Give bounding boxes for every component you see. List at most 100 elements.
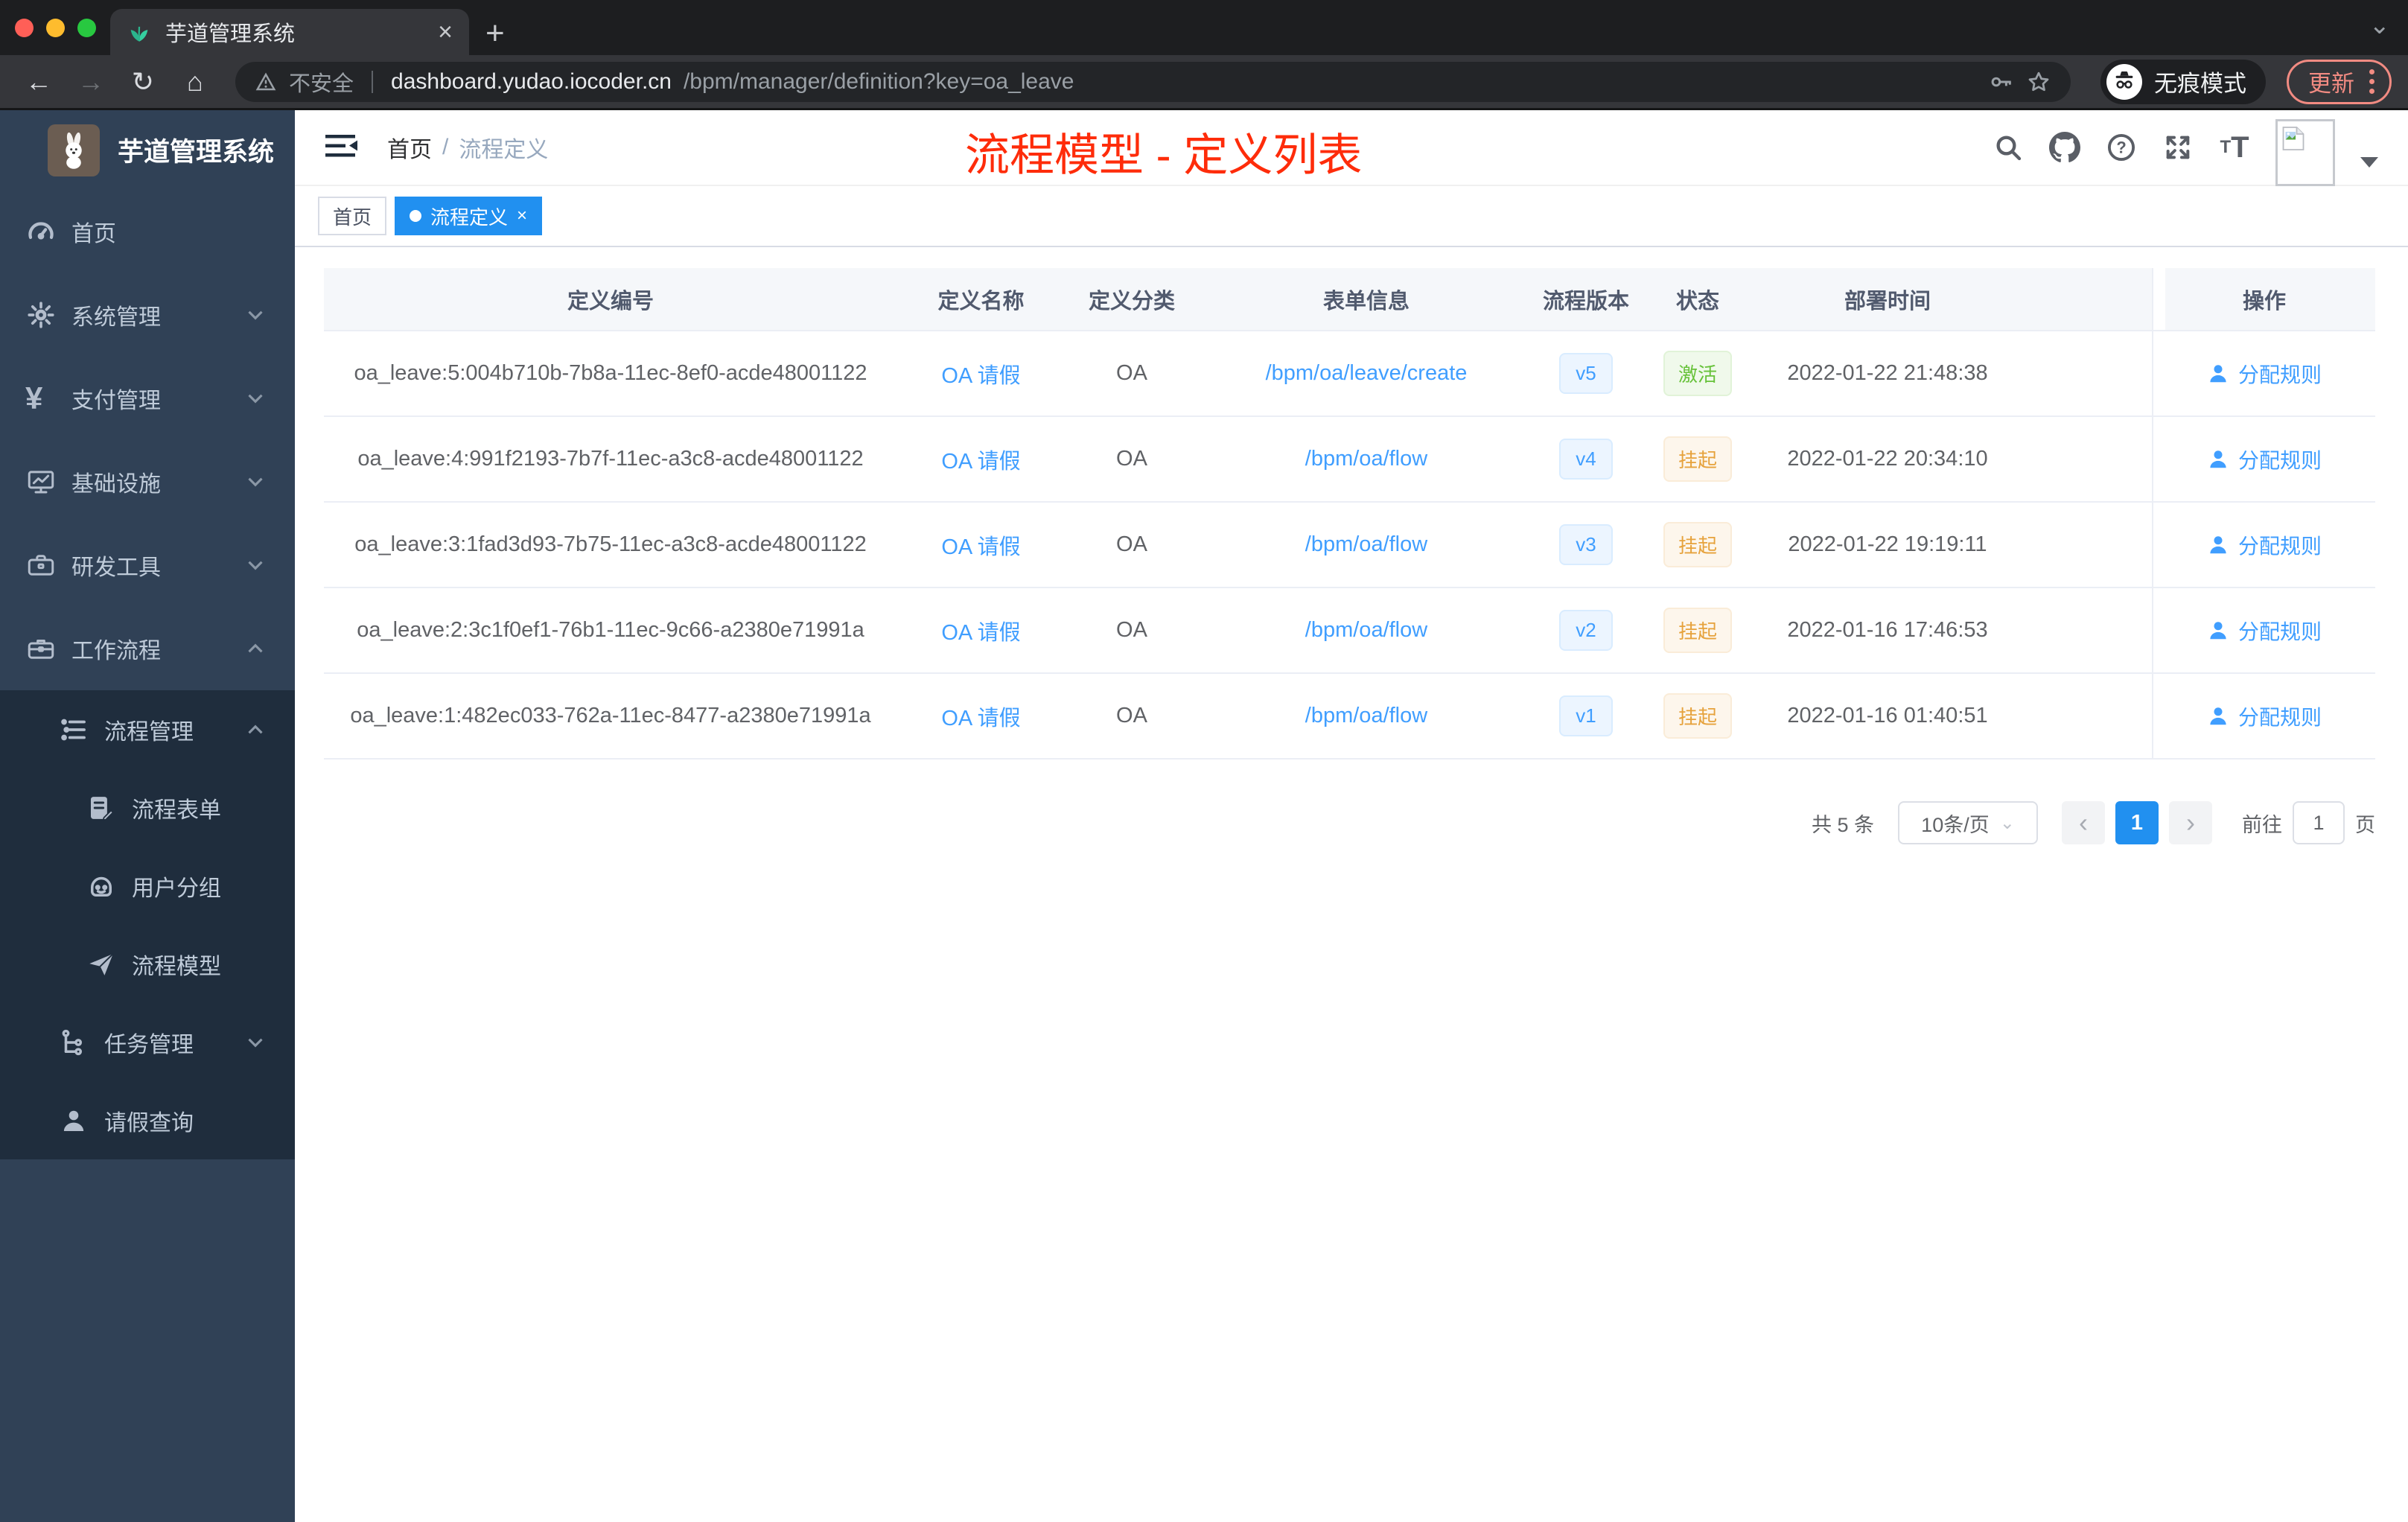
prev-page-button[interactable]: ‹ [2062,801,2105,844]
logo-avatar [48,124,100,176]
version-badge: v4 [1559,439,1613,480]
page-annotation-title: 流程模型 - 定义列表 [965,130,1363,180]
assign-rule-button[interactable]: 分配规则 [2207,445,2322,474]
sidebar-item-home[interactable]: 首页 [0,190,295,273]
browser-toolbar: ← → ↻ ⌂ 不安全 dashboard.yudao.iocoder.cn/b… [0,55,2408,110]
sidebar-item-devtools[interactable]: 研发工具 [0,523,295,607]
table-row: oa_leave:2:3c1f0ef1-76b1-11ec-9c66-a2380… [324,588,2375,674]
robot-icon [86,870,132,902]
pagination: 共 5 条 10条/页 ⌄ ‹ 1 › 前往 页 [324,801,2375,844]
tab-search-caret-icon[interactable]: ⌄ [2369,10,2391,40]
help-icon[interactable]: ? [2106,132,2137,163]
page-unit-label: 页 [2355,813,2375,836]
sidebar-item-process-model[interactable]: 流程模型 [0,925,295,1003]
sidebar-item-workflow[interactable]: 工作流程 [0,607,295,690]
update-label: 更新 [2308,71,2354,97]
tag-process-definition[interactable]: 流程定义 × [395,197,543,235]
filler-cell [2018,503,2152,588]
definition-category: OA [1065,417,1199,503]
definition-name-link[interactable]: OA 请假 [941,444,1020,475]
avatar-caret-icon[interactable] [2360,157,2378,168]
definition-name-link[interactable]: OA 请假 [941,529,1020,561]
tag-close-icon[interactable]: × [517,206,527,226]
definition-id: oa_leave:4:991f2193-7b7f-11ec-a3c8-acde4… [324,417,897,503]
svg-text:?: ? [2116,138,2126,157]
form-link[interactable]: /bpm/oa/flow [1305,532,1427,557]
form-link[interactable]: /bpm/oa/flow [1305,447,1427,471]
back-icon[interactable]: ← [16,66,61,98]
sidebar-item-process-management[interactable]: 流程管理 [0,690,295,768]
search-icon[interactable] [1993,132,2024,163]
update-button[interactable]: 更新 [2287,59,2392,104]
key-icon[interactable] [1989,69,2014,95]
definition-name-link[interactable]: OA 请假 [941,615,1020,646]
tab-close-icon[interactable]: × [438,19,453,45]
assign-rule-button[interactable]: 分配规则 [2207,359,2322,389]
chevron-up-icon [243,717,268,742]
form-link[interactable]: /bpm/oa/flow [1305,618,1427,643]
font-size-icon[interactable]: TT [2219,131,2250,164]
deploy-time: 2022-01-22 19:19:11 [1757,503,2018,588]
sidebar-logo[interactable]: 芋道管理系统 [0,110,295,190]
incognito-badge: 无痕模式 [2100,59,2266,104]
page-size-select[interactable]: 10条/页 ⌄ [1898,801,2038,844]
sidebar-item-task-management[interactable]: 任务管理 [0,1003,295,1081]
table-header-row: 定义编号 定义名称 定义分类 表单信息 流程版本 状态 部署时间 操作 [324,268,2375,331]
assign-rule-button[interactable]: 分配规则 [2207,530,2322,560]
sidebar-toggle-icon[interactable] [325,131,359,165]
table-row: oa_leave:5:004b710b-7b8a-11ec-8ef0-acde4… [324,331,2375,417]
form-link[interactable]: /bpm/oa/leave/create [1266,361,1468,386]
home-icon[interactable]: ⌂ [173,66,217,98]
paper-plane-icon [86,949,132,980]
address-bar[interactable]: 不安全 dashboard.yudao.iocoder.cn/bpm/manag… [235,61,2071,102]
version-badge: v1 [1559,695,1613,736]
user-icon [2210,621,2226,639]
user-icon [2210,535,2226,553]
chevron-down-icon [243,1030,268,1055]
tree-icon [58,1027,104,1058]
form-link[interactable]: /bpm/oa/flow [1305,704,1427,728]
col-header-time: 部署时间 [1757,268,2018,331]
breadcrumb-home[interactable]: 首页 [387,131,432,164]
sidebar-item-infrastructure[interactable]: 基础设施 [0,440,295,523]
active-dot [410,210,422,222]
sidebar-item-leave-query[interactable]: 请假查询 [0,1081,295,1159]
avatar[interactable] [2275,119,2335,186]
sidebar-item-process-form[interactable]: 流程表单 [0,768,295,847]
definition-name-link[interactable]: OA 请假 [941,701,1020,732]
col-header-version: 流程版本 [1534,268,1638,331]
table-row: oa_leave:3:1fad3d93-7b75-11ec-a3c8-acde4… [324,503,2375,588]
forward-icon[interactable]: → [69,66,113,98]
deploy-time: 2022-01-16 17:46:53 [1757,588,2018,674]
definition-name-link[interactable]: OA 请假 [941,358,1020,389]
traffic-light-minimize[interactable] [46,19,65,37]
definition-category: OA [1065,674,1199,760]
sidebar-item-user-group[interactable]: 用户分组 [0,847,295,925]
form-doc-icon [86,792,132,824]
page-number-button[interactable]: 1 [2115,801,2159,844]
dashboard-icon [25,216,71,247]
menu-dots-icon[interactable] [2369,69,2374,94]
next-page-button[interactable]: › [2169,801,2212,844]
definition-id: oa_leave:5:004b710b-7b8a-11ec-8ef0-acde4… [324,331,897,417]
bookmark-star-icon[interactable] [2026,69,2051,95]
sidebar-item-system[interactable]: 系统管理 [0,273,295,357]
traffic-light-close[interactable] [15,19,34,37]
col-header-id: 定义编号 [324,268,897,331]
assign-rule-button[interactable]: 分配规则 [2207,701,2322,731]
github-icon[interactable] [2049,132,2080,163]
security-label[interactable]: 不安全 [289,66,354,98]
browser-tab[interactable]: 芋道管理系统 × [110,9,469,55]
tag-home[interactable]: 首页 [318,197,387,235]
goto-page-input[interactable] [2293,801,2345,844]
sidebar-item-payment[interactable]: ¥ 支付管理 [0,357,295,440]
version-badge: v5 [1559,353,1613,394]
traffic-light-zoom[interactable] [77,19,96,37]
filler-cell [2018,331,2152,417]
reload-icon[interactable]: ↻ [121,66,165,98]
assign-rule-button[interactable]: 分配规则 [2207,616,2322,646]
definition-table: 定义编号 定义名称 定义分类 表单信息 流程版本 状态 部署时间 操作 oa_l… [324,268,2375,760]
tab-strip: 芋道管理系统 × + ⌄ [0,0,2408,55]
fullscreen-icon[interactable] [2162,132,2194,163]
new-tab-button[interactable]: + [485,15,505,52]
